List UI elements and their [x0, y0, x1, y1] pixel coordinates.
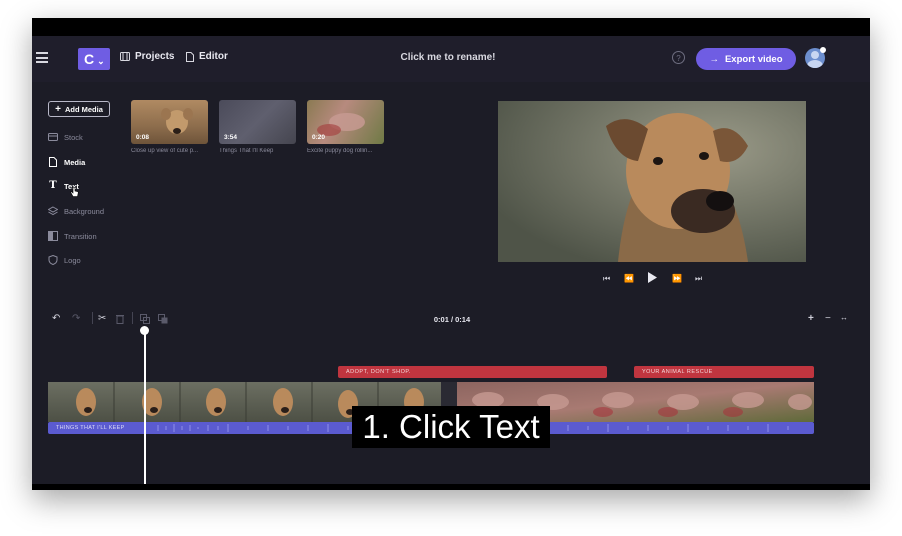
zoom-out-icon[interactable]: − [825, 313, 831, 324]
sidebar-item-logo[interactable]: Logo [48, 255, 81, 265]
shield-icon [48, 255, 58, 265]
duplicate-icon[interactable] [140, 314, 150, 324]
media-thumbnail[interactable]: 0:20 [307, 100, 384, 144]
chevron-down-icon: ⌄ [97, 56, 105, 66]
notification-dot [820, 47, 826, 53]
text-clip[interactable]: YOUR ANIMAL RESCUE [634, 366, 814, 378]
copy-icon[interactable] [158, 314, 168, 324]
add-media-label: Add Media [64, 104, 103, 114]
sidebar-item-background[interactable]: Background [48, 206, 104, 216]
export-video-label: Export video [724, 53, 783, 65]
trash-icon[interactable] [116, 314, 124, 324]
nav-editor[interactable]: Editor [186, 51, 228, 62]
stock-icon [48, 133, 58, 141]
playhead-handle[interactable] [140, 326, 149, 335]
skip-forward-icon[interactable]: ⏭ [695, 274, 702, 284]
fit-timeline-icon[interactable]: ↔ [840, 313, 848, 322]
toolbar-divider [92, 312, 93, 324]
video-preview[interactable] [498, 101, 806, 262]
tutorial-caption: 1. Click Text [352, 406, 550, 448]
media-caption: Things That I'll Keep [219, 148, 274, 154]
media-thumbnail[interactable]: 3:54 [219, 100, 296, 144]
plus-icon: + [55, 103, 61, 115]
sidebar-item-label: Media [64, 157, 86, 167]
editor-app: C ⌄ Projects Editor Click me to rename! ?… [32, 36, 870, 490]
redo-icon[interactable]: ↷ [72, 313, 80, 324]
media-duration: 0:08 [136, 134, 150, 141]
text-icon: T [49, 180, 57, 191]
sidebar-item-label: Stock [64, 132, 83, 142]
toolbar-divider [132, 312, 133, 324]
film-icon [120, 52, 130, 61]
export-video-button[interactable]: → Export video [696, 48, 796, 70]
project-title[interactable]: Click me to rename! [382, 52, 514, 63]
arrow-right-icon: → [709, 53, 719, 65]
nav-projects-label: Projects [135, 51, 175, 62]
document-icon [186, 51, 194, 62]
sidebar-item-label: Background [64, 206, 105, 216]
media-icon [49, 157, 57, 167]
transition-icon [48, 231, 58, 241]
app-window: C ⌄ Projects Editor Click me to rename! ?… [32, 18, 870, 490]
nav-editor-label: Editor [199, 51, 228, 62]
media-duration: 0:20 [312, 134, 326, 141]
media-duration: 3:54 [224, 134, 238, 141]
split-scissors-icon[interactable]: ✂ [98, 313, 106, 324]
media-thumbnail[interactable]: 0:08 [131, 100, 208, 144]
media-caption: Excite puppy dog rollin... [307, 148, 373, 154]
text-clip[interactable]: ADOPT, DON'T SHOP. [338, 366, 607, 378]
logo-letter: C [84, 51, 95, 67]
zoom-in-icon[interactable]: + [808, 313, 814, 324]
rewind-icon[interactable]: ⏪ [624, 274, 634, 283]
sidebar-item-media[interactable]: Media [48, 157, 85, 167]
play-icon[interactable] [647, 271, 658, 284]
add-media-button[interactable]: + Add Media [48, 101, 110, 117]
sidebar-item-transition[interactable]: Transition [48, 231, 97, 241]
skip-back-icon[interactable]: ⏮ [603, 274, 610, 284]
undo-icon[interactable]: ↶ [52, 313, 60, 324]
sidebar-item-label: Transition [64, 231, 97, 241]
playhead[interactable] [144, 328, 146, 484]
nav-projects[interactable]: Projects [120, 51, 174, 62]
help-icon[interactable]: ? [672, 51, 685, 64]
bottom-bar [32, 488, 870, 490]
layers-icon [48, 206, 58, 216]
media-caption: Close up view of cute p... [131, 148, 199, 154]
cursor-hand-icon [70, 187, 79, 197]
sidebar-item-label: Logo [64, 255, 81, 265]
audio-clip-label: THINGS THAT I'LL KEEP [56, 425, 125, 431]
timeline-time: 0:01 / 0:14 [433, 315, 471, 324]
top-bar: C ⌄ Projects Editor Click me to rename! ?… [32, 36, 870, 82]
sidebar-item-stock[interactable]: Stock [48, 132, 83, 142]
hamburger-menu-icon[interactable] [36, 52, 48, 63]
logo-button[interactable]: C ⌄ [78, 48, 110, 70]
fast-forward-icon[interactable]: ⏩ [672, 274, 682, 283]
